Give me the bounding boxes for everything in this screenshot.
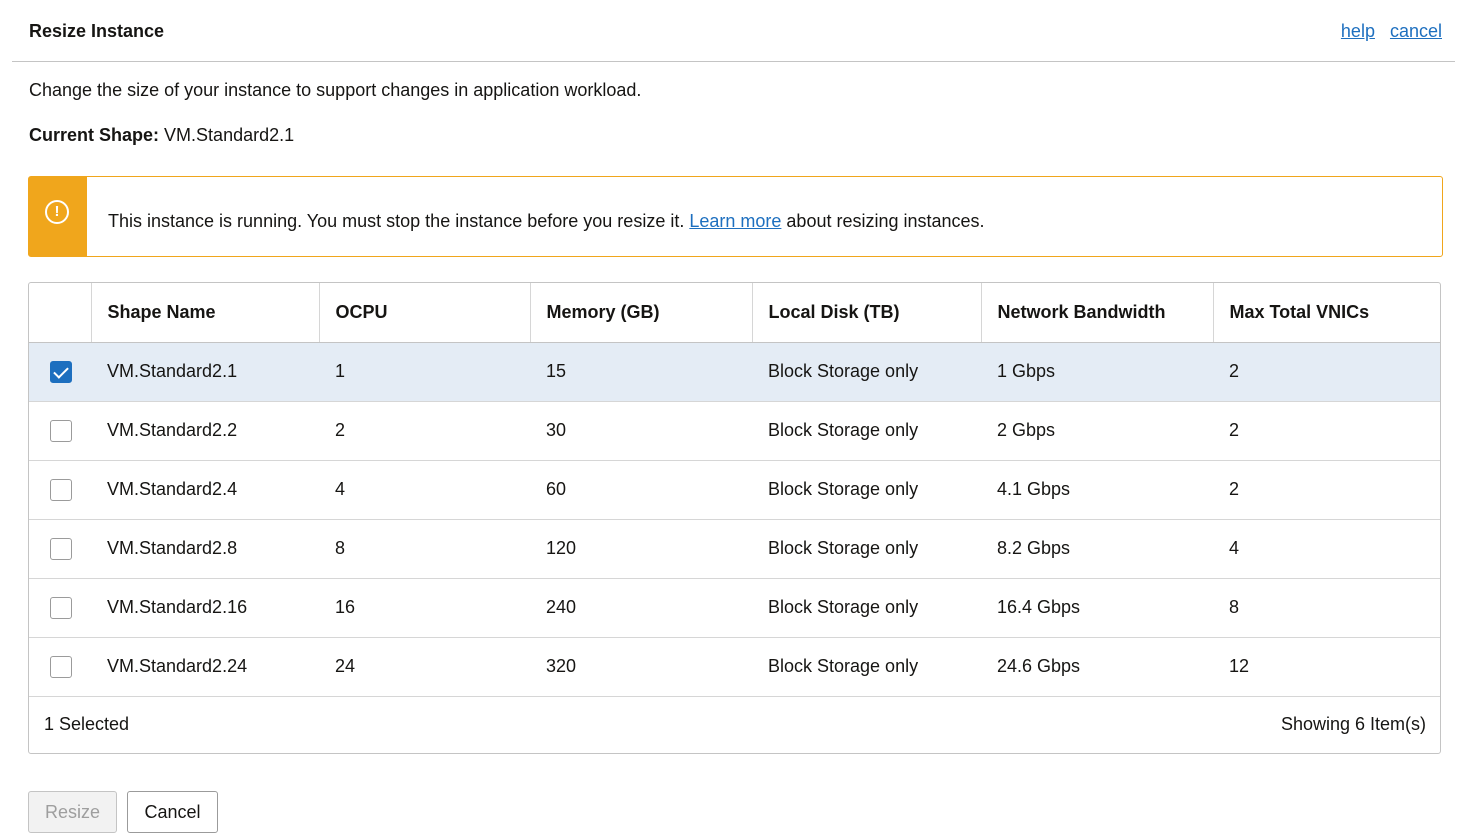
alert-message: This instance is running. You must stop … [108,211,985,232]
row-checkbox-cell [29,637,91,697]
shape-name-cell: VM.Standard2.24 [91,637,319,697]
network-bandwidth-cell: 24.6 Gbps [981,637,1213,697]
column-header-shape-name-column[interactable]: Shape Name [91,283,320,343]
local-disk-cell: Block Storage only [752,637,981,697]
row-checkbox[interactable] [50,596,72,619]
row-checkbox-cell [29,578,91,638]
network-bandwidth-cell: 8.2 Gbps [981,519,1213,579]
resize-instance-panel: Resize Instance help cancel Change the s… [0,0,1463,837]
table-row[interactable]: VM.Standard2.2 2 30 Block Storage only 2 Gbp… [29,401,1440,461]
panel-title: Resize Instance [29,21,165,41]
row-checkbox[interactable] [50,537,72,560]
cancel-button[interactable]: Cancel [127,791,218,833]
shape-name-cell: VM.Standard2.8 [91,519,319,579]
table-row[interactable]: VM.Standard2.24 24 320 Block Storage only 24… [29,637,1440,697]
row-checkbox-cell [29,401,91,461]
row-checkbox-cell [29,519,91,579]
ocpu-cell: 8 [319,519,530,579]
max-vnics-cell: 8 [1213,578,1440,638]
table-row[interactable]: VM.Standard2.1 1 15 Block Storage only 1 Gbp… [29,342,1440,402]
local-disk-cell: Block Storage only [752,342,981,402]
item-count: Showing 6 Item(s) [1280,714,1426,734]
max-vnics-cell: 2 [1213,342,1440,402]
network-bandwidth-cell: 16.4 Gbps [981,578,1213,638]
table-row[interactable]: VM.Standard2.16 16 240 Block Storage only 16… [29,578,1440,638]
shapes-grid: Shape Name OCPU Memory (GB) Local Disk (TB)… [29,283,1440,697]
ocpu-cell: 1 [319,342,530,402]
ocpu-cell: 2 [319,401,530,461]
column-header-local-disk-column[interactable]: Local Disk (TB) [752,283,982,343]
table-body: VM.Standard2.1 1 15 Block Storage only 1 Gbp… [29,342,1440,697]
current-shape: Current Shape: VM.Standard2.1 [29,125,294,146]
table-row[interactable]: VM.Standard2.8 8 120 Block Storage only 8.2 … [29,519,1440,579]
row-checkbox-cell [29,342,91,402]
column-header-checkbox-column [29,283,92,343]
selected-count: 1 Selected [44,714,130,734]
max-vnics-cell: 2 [1213,460,1440,520]
alert-text-before: This instance is running. You must stop … [108,211,685,231]
column-header-network-bandwidth-column[interactable]: Network Bandwidth [981,283,1214,343]
memory-cell: 15 [530,342,752,402]
table-header-row: Shape Name OCPU Memory (GB) Local Disk (TB)… [29,283,1440,343]
row-checkbox[interactable] [50,655,72,678]
current-shape-label: Current Shape: [29,125,160,145]
table-footer: 1 Selected Showing 6 Item(s) [29,695,1440,753]
max-vnics-cell: 12 [1213,637,1440,697]
shape-name-cell: VM.Standard2.16 [91,578,319,638]
ocpu-cell: 24 [319,637,530,697]
alert-text-after: about resizing instances. [786,211,985,231]
row-checkbox[interactable] [50,419,72,442]
panel-header: Resize Instance help cancel [12,0,1455,62]
shapes-table: Shape Name OCPU Memory (GB) Local Disk (TB)… [28,282,1441,754]
cancel-link[interactable]: cancel [1390,21,1442,41]
ocpu-cell: 4 [319,460,530,520]
local-disk-cell: Block Storage only [752,519,981,579]
column-header-max-vnics-column[interactable]: Max Total VNICs [1213,283,1440,343]
learn-more-link[interactable]: Learn more [689,211,781,231]
warning-icon: ! [45,200,69,224]
column-header-memory-column[interactable]: Memory (GB) [530,283,753,343]
memory-cell: 30 [530,401,752,461]
local-disk-cell: Block Storage only [752,401,981,461]
row-checkbox[interactable] [50,360,72,383]
shape-name-cell: VM.Standard2.4 [91,460,319,520]
help-link[interactable]: help [1341,21,1375,41]
ocpu-cell: 16 [319,578,530,638]
table-row[interactable]: VM.Standard2.4 4 60 Block Storage only 4.1 G… [29,460,1440,520]
alert-stripe: ! [29,177,87,256]
local-disk-cell: Block Storage only [752,460,981,520]
network-bandwidth-cell: 1 Gbps [981,342,1213,402]
network-bandwidth-cell: 4.1 Gbps [981,460,1213,520]
max-vnics-cell: 2 [1213,401,1440,461]
shape-name-cell: VM.Standard2.2 [91,401,319,461]
memory-cell: 240 [530,578,752,638]
local-disk-cell: Block Storage only [752,578,981,638]
header-links: help cancel [1331,21,1442,42]
current-shape-value: VM.Standard2.1 [164,125,295,145]
panel-description: Change the size of your instance to supp… [29,80,642,100]
column-header-ocpu-column[interactable]: OCPU [319,283,531,343]
memory-cell: 60 [530,460,752,520]
row-checkbox-cell [29,460,91,520]
memory-cell: 120 [530,519,752,579]
row-checkbox[interactable] [50,478,72,501]
resize-button[interactable]: Resize [28,791,117,833]
max-vnics-cell: 4 [1213,519,1440,579]
shape-name-cell: VM.Standard2.1 [91,342,319,402]
network-bandwidth-cell: 2 Gbps [981,401,1213,461]
warning-alert: ! This instance is running. You must sto… [28,176,1443,257]
memory-cell: 320 [530,637,752,697]
